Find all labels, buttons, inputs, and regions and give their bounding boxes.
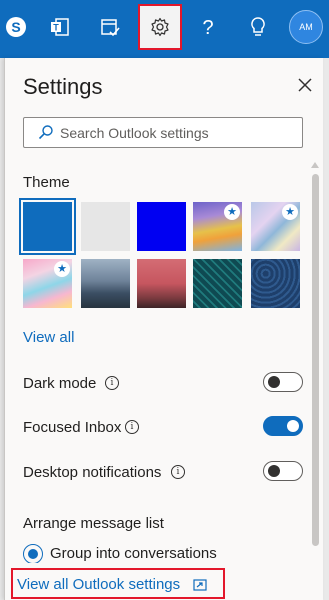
svg-text:T: T xyxy=(53,23,59,33)
focused-inbox-toggle[interactable] xyxy=(263,416,303,436)
avatar[interactable]: AM xyxy=(289,10,323,44)
theme-swatch-circuit[interactable] xyxy=(193,259,242,308)
my-day-button[interactable] xyxy=(88,4,132,50)
desktop-notifications-toggle[interactable] xyxy=(263,461,303,481)
theme-swatch-rainbow-wave[interactable]: ★ xyxy=(193,202,242,251)
open-in-new-window-icon xyxy=(193,579,207,591)
gear-icon xyxy=(151,17,169,37)
svg-text:S: S xyxy=(11,19,20,35)
close-icon[interactable] xyxy=(295,75,315,95)
theme-swatch-mountain[interactable] xyxy=(81,259,130,308)
theme-heading: Theme xyxy=(23,174,70,191)
tips-button[interactable] xyxy=(236,4,280,50)
svg-text:?: ? xyxy=(202,17,213,38)
theme-swatch-palm-sunset[interactable] xyxy=(137,259,186,308)
scrollbar[interactable] xyxy=(311,160,320,600)
view-all-settings-text: View all Outlook settings xyxy=(17,576,181,593)
teams-icon: T xyxy=(51,18,69,36)
info-icon[interactable]: i xyxy=(125,420,139,434)
settings-panel: Settings Search Outlook settings Theme ★… xyxy=(4,58,323,600)
skype-button[interactable]: S xyxy=(0,4,38,50)
skype-icon: S xyxy=(6,17,26,37)
teams-button[interactable]: T xyxy=(38,4,82,50)
panel-title: Settings xyxy=(23,74,103,99)
dark-mode-toggle[interactable] xyxy=(263,372,303,392)
info-icon[interactable]: i xyxy=(105,376,119,390)
theme-swatch-light-gray[interactable] xyxy=(81,202,130,251)
theme-swatch-prismatic[interactable]: ★ xyxy=(251,202,300,251)
scroll-up-arrow[interactable] xyxy=(311,162,319,168)
focused-inbox-label: Focused Inbox xyxy=(23,419,122,436)
help-button[interactable]: ? xyxy=(186,4,230,50)
desktop-notifications-label: Desktop notifications xyxy=(23,464,162,481)
help-icon: ? xyxy=(202,17,213,38)
info-icon[interactable]: i xyxy=(171,465,185,479)
search-input[interactable]: Search Outlook settings xyxy=(23,117,303,148)
view-all-settings-link[interactable]: View all Outlook settings xyxy=(11,568,225,599)
premium-star-icon: ★ xyxy=(282,204,298,220)
premium-star-icon: ★ xyxy=(54,261,70,277)
arrange-heading: Arrange message list xyxy=(23,515,164,532)
group-conversations-label: Group into conversations xyxy=(50,545,217,562)
theme-swatch-bright-blue[interactable] xyxy=(137,202,186,251)
search-placeholder: Search Outlook settings xyxy=(60,125,209,141)
dark-mode-label: Dark mode xyxy=(23,375,97,392)
premium-star-icon: ★ xyxy=(224,204,240,220)
search-icon xyxy=(38,125,53,140)
theme-swatch-blue[interactable] xyxy=(19,198,76,255)
theme-swatch-unicorn[interactable]: ★ xyxy=(23,259,72,308)
view-all-themes-link[interactable]: View all xyxy=(23,329,74,346)
lightbulb-icon xyxy=(251,17,265,36)
theme-swatch-innovation[interactable] xyxy=(251,259,300,308)
group-conversations-radio[interactable] xyxy=(23,544,43,564)
my-day-icon xyxy=(101,19,120,37)
panel-footer: View all Outlook settings xyxy=(5,563,323,600)
top-bar: S T ? AM xyxy=(0,0,329,58)
scrollbar-thumb[interactable] xyxy=(312,174,319,546)
settings-button[interactable] xyxy=(138,4,182,50)
